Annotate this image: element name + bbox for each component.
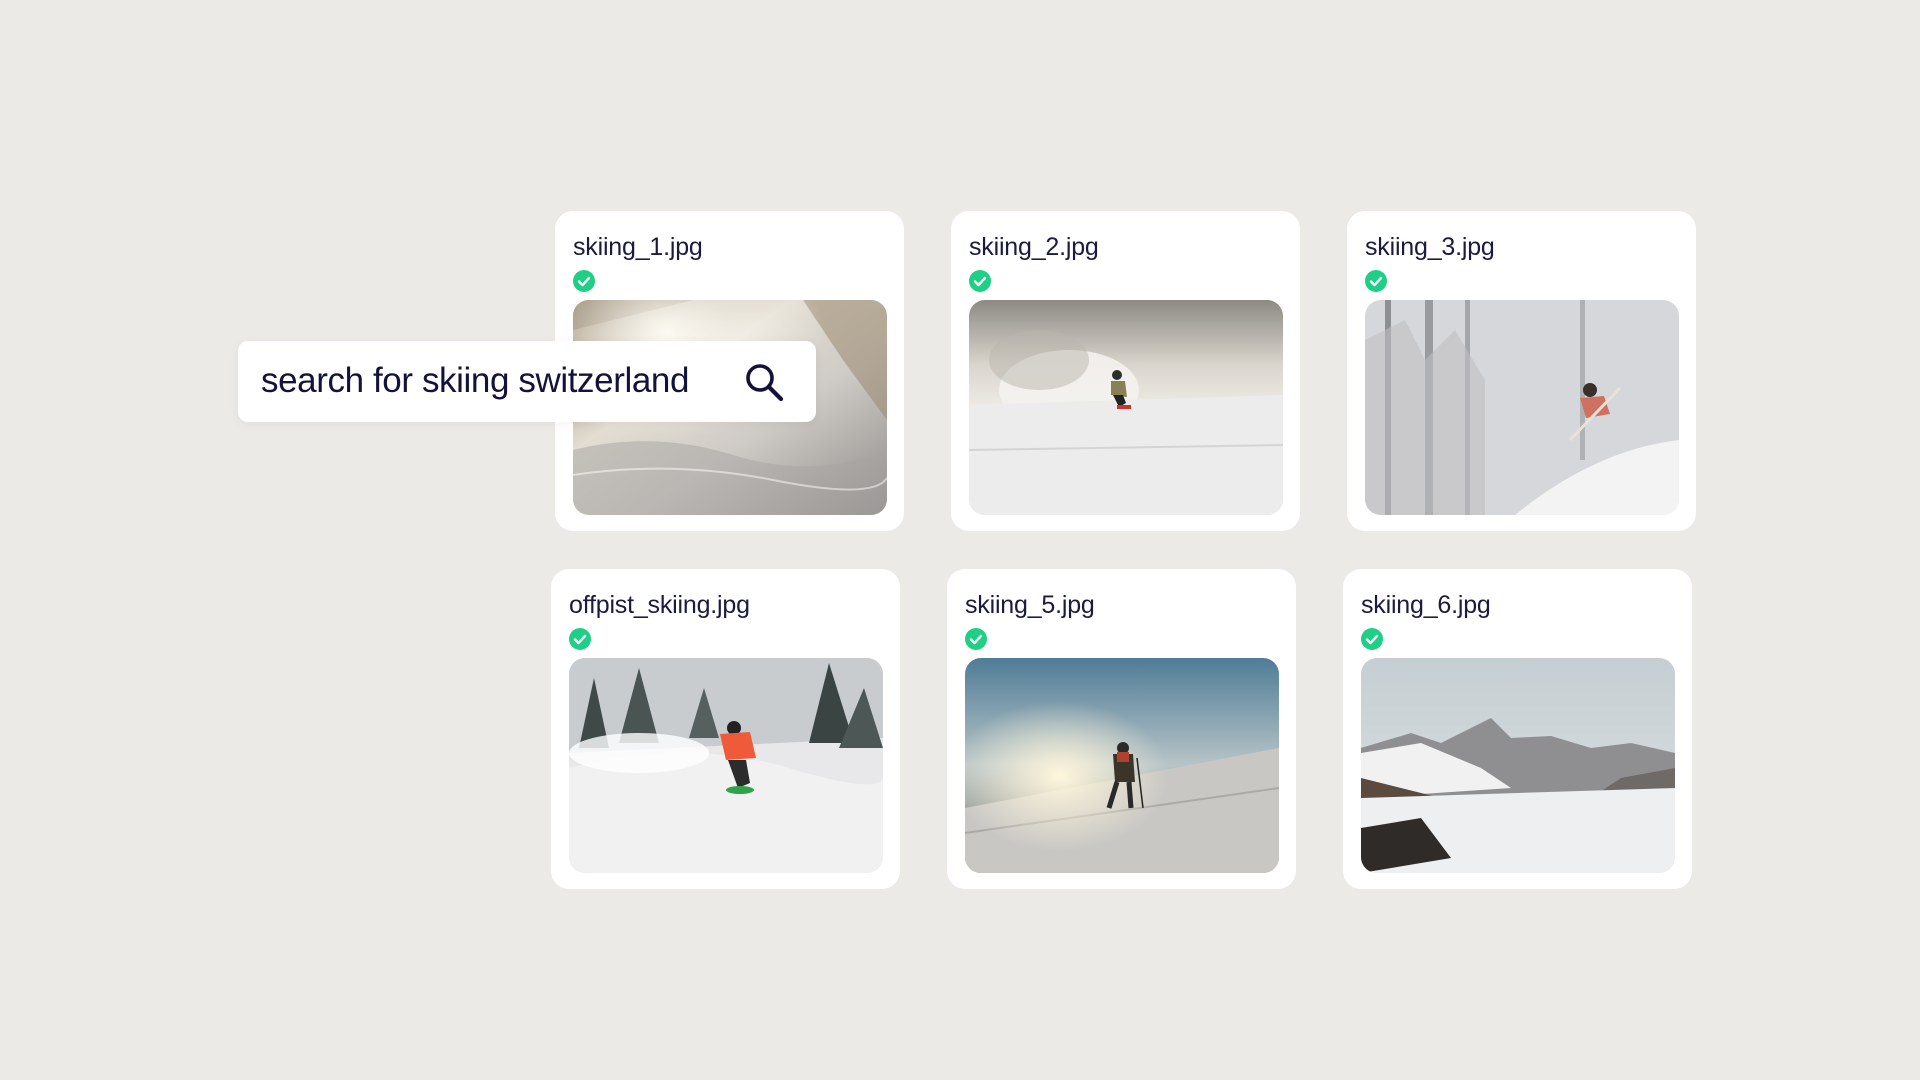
result-card-skiing-3[interactable]: skiing_3.jpg [1347, 211, 1696, 531]
result-card-offpist-skiing[interactable]: offpist_skiing.jpg [551, 569, 900, 889]
photo-skiing-2[interactable] [969, 300, 1283, 515]
check-circle-icon [1361, 628, 1383, 650]
result-card-skiing-5[interactable]: skiing_5.jpg [947, 569, 1296, 889]
photo-offpist-skiing[interactable] [569, 658, 883, 873]
check-circle-icon [1365, 270, 1387, 292]
photo-skiing-3[interactable] [1365, 300, 1679, 515]
check-circle-icon [573, 270, 595, 292]
check-circle-icon [965, 628, 987, 650]
file-name: skiing_5.jpg [965, 591, 1095, 619]
photo-skiing-5[interactable] [965, 658, 1279, 873]
photo-skiing-6[interactable] [1361, 658, 1675, 873]
search-icon[interactable] [741, 359, 787, 405]
check-circle-icon [569, 628, 591, 650]
check-circle-icon [969, 270, 991, 292]
file-name: skiing_6.jpg [1361, 591, 1491, 619]
search-input[interactable]: search for skiing switzerland [261, 361, 689, 401]
result-card-skiing-2[interactable]: skiing_2.jpg [951, 211, 1300, 531]
file-name: offpist_skiing.jpg [569, 591, 750, 619]
file-name: skiing_3.jpg [1365, 233, 1495, 261]
search-bar[interactable]: search for skiing switzerland [238, 341, 816, 422]
result-card-skiing-6[interactable]: skiing_6.jpg [1343, 569, 1692, 889]
file-name: skiing_2.jpg [969, 233, 1099, 261]
file-name: skiing_1.jpg [573, 233, 703, 261]
